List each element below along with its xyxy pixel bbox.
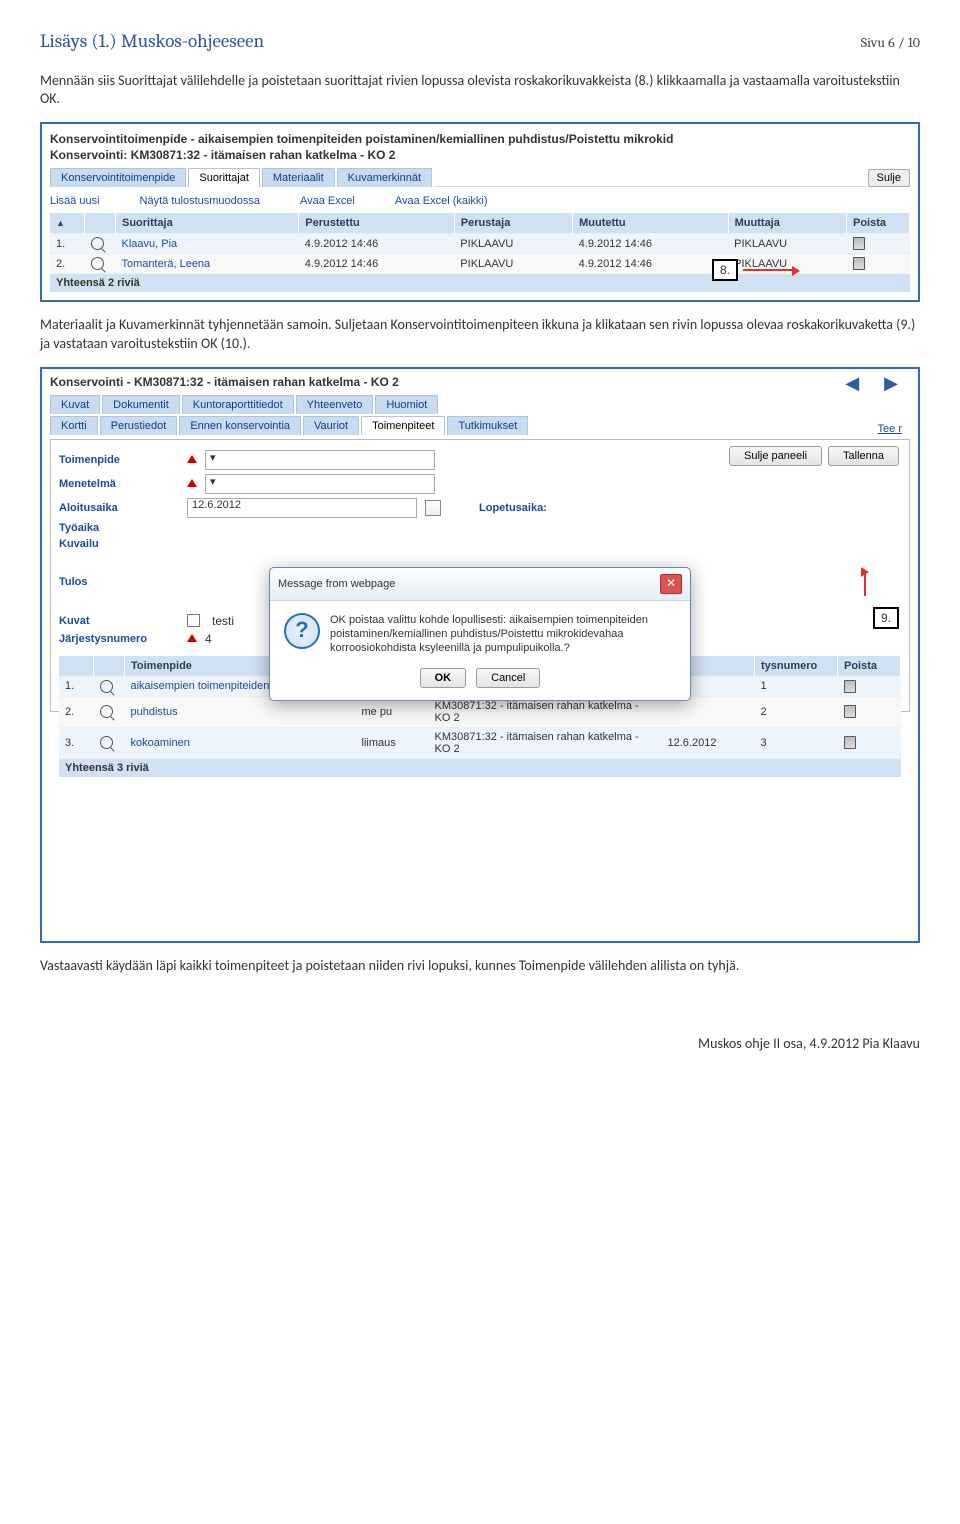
ok-button[interactable]: OK <box>420 668 467 688</box>
toimenpide-link[interactable]: kokoaminen <box>125 727 356 758</box>
search-icon[interactable] <box>91 237 104 250</box>
lbl-jarj: Järjestysnumero <box>59 633 179 645</box>
dialog-title: Message from webpage <box>278 578 395 590</box>
lbl-kuvat: Kuvat <box>59 615 179 627</box>
required-icon <box>187 629 197 642</box>
search-icon[interactable] <box>100 736 113 749</box>
panel2-title: Konservointi - KM30871:32 - itämaisen ra… <box>50 375 910 389</box>
dialog-close-button[interactable]: ✕ <box>660 574 682 594</box>
tab-perustiedot[interactable]: Perustiedot <box>100 416 178 435</box>
trash-icon[interactable] <box>844 680 856 693</box>
tab-yhteenveto[interactable]: Yhteenveto <box>296 395 374 414</box>
col-poista[interactable]: Poista <box>838 656 901 677</box>
question-icon: ? <box>284 613 320 649</box>
tab-tutkimukset[interactable]: Tutkimukset <box>447 416 528 435</box>
tab-kuvat[interactable]: Kuvat <box>50 395 100 414</box>
table-row: 1. Klaavu, Pia 4.9.2012 14:46 PIKLAAVU 4… <box>50 234 910 254</box>
tee-link[interactable]: Tee r <box>878 423 902 435</box>
search-icon[interactable] <box>100 680 113 693</box>
lbl-lopetus: Lopetusaika: <box>479 502 547 514</box>
save-button[interactable]: Tallenna <box>828 446 899 466</box>
tab-materiaalit[interactable]: Materiaalit <box>262 168 335 187</box>
toimenpide-select[interactable]: ▾ <box>205 450 435 470</box>
col-muuttaja[interactable]: Muuttaja <box>728 213 846 234</box>
paragraph-2: Materiaalit ja Kuvamerkinnät tyhjennetää… <box>40 316 920 352</box>
callout-8: 8. <box>712 259 738 281</box>
page-number: Sivu 6 / 10 <box>861 34 920 51</box>
cancel-button[interactable]: Cancel <box>476 668 540 688</box>
trash-icon[interactable] <box>853 257 865 270</box>
col-tysnumero[interactable]: tysnumero <box>755 656 838 677</box>
menetelma-select[interactable]: ▾ <box>205 474 435 494</box>
tab-konservointitoimenpide[interactable]: Konservointitoimenpide <box>50 168 186 187</box>
doc-title: Lisäys (1.) Muskos-ohjeeseen <box>40 30 264 52</box>
paragraph-1: Mennään siis Suorittajat välilehdelle ja… <box>40 72 920 108</box>
lbl-menetelma: Menetelmä <box>59 478 179 490</box>
testi-checkbox[interactable] <box>187 614 200 627</box>
tab-toimenpiteet[interactable]: Toimenpiteet <box>361 416 445 435</box>
tab-suorittajat[interactable]: Suorittajat <box>188 168 260 187</box>
suorittajat-panel: Konservointitoimenpide - aikaisempien to… <box>40 122 920 302</box>
link-open-excel[interactable]: Avaa Excel <box>300 195 355 207</box>
toimenpide-form: Sulje paneeli Tallenna Toimenpide ▾ Mene… <box>50 439 910 712</box>
total-row: Yhteensä 3 riviä <box>59 758 901 777</box>
footer: Muskos ohje II osa, 4.9.2012 Pia Klaavu <box>40 1035 920 1052</box>
trash-icon[interactable] <box>844 736 856 749</box>
tab-kuntoraportti[interactable]: Kuntoraporttitiedot <box>182 395 294 414</box>
tab-vauriot[interactable]: Vauriot <box>303 416 359 435</box>
konservointi-panel: Konservointi - KM30871:32 - itämaisen ra… <box>40 367 920 943</box>
arrow-8 <box>743 269 798 271</box>
panel1-tabs: Konservointitoimenpide Suorittajat Mater… <box>50 168 910 187</box>
lbl-toimenpide: Toimenpide <box>59 454 179 466</box>
tab-kortti[interactable]: Kortti <box>50 416 98 435</box>
row-num: 1. <box>50 234 85 254</box>
col-muutettu[interactable]: Muutettu <box>573 213 729 234</box>
testi-label: testi <box>212 614 234 628</box>
row-num: 2. <box>50 254 85 274</box>
suorittaja-link[interactable]: Klaavu, Pia <box>116 234 299 254</box>
col-perustettu[interactable]: Perustettu <box>299 213 455 234</box>
panel1-sub: Konservointi: KM30871:32 - itämaisen rah… <box>50 148 910 162</box>
table-row: 2. puhdistus me pu KM30871:32 - itämaise… <box>59 696 901 727</box>
close-panel-button[interactable]: Sulje paneeli <box>729 446 822 466</box>
lbl-kuvailu: Kuvailu <box>59 538 179 550</box>
table-row: 3. kokoaminen liimaus KM30871:32 - itäma… <box>59 727 901 758</box>
trash-icon[interactable] <box>853 237 865 250</box>
total-row: Yhteensä 2 riviä <box>50 274 910 293</box>
suorittajat-table: Suorittaja Perustettu Perustaja Muutettu… <box>50 213 910 292</box>
search-icon[interactable] <box>100 705 113 718</box>
callout-9: 9. <box>873 607 899 629</box>
tab-huomiot[interactable]: Huomiot <box>375 395 438 414</box>
confirm-dialog: Message from webpage ✕ ? OK poistaa vali… <box>269 567 691 701</box>
nav-arrows[interactable]: ◀ ▶ <box>845 373 908 394</box>
tab-kuvamerkinnat[interactable]: Kuvamerkinnät <box>337 168 432 187</box>
toimenpide-link[interactable]: puhdistus <box>125 696 356 727</box>
link-add-new[interactable]: Lisää uusi <box>50 195 100 207</box>
suorittaja-link[interactable]: Tomanterä, Leena <box>116 254 299 274</box>
panel1-title: Konservointitoimenpide - aikaisempien to… <box>50 132 910 146</box>
jarj-value: 4 <box>205 632 212 646</box>
col-sort[interactable] <box>50 213 85 234</box>
lbl-tyoaika: Työaika <box>59 522 179 534</box>
col-suorittaja[interactable]: Suorittaja <box>116 213 299 234</box>
trash-icon[interactable] <box>844 705 856 718</box>
dialog-text: OK poistaa valittu kohde lopullisesti: a… <box>330 613 676 656</box>
col-perustaja[interactable]: Perustaja <box>454 213 572 234</box>
lbl-aloitus: Aloitusaika <box>59 502 179 514</box>
tab-ennen[interactable]: Ennen konservointia <box>179 416 301 435</box>
required-icon <box>187 474 197 487</box>
link-print-view[interactable]: Näytä tulostusmuodossa <box>140 195 260 207</box>
col-poista[interactable]: Poista <box>847 213 910 234</box>
arrow-9 <box>864 572 867 596</box>
required-icon <box>187 450 197 463</box>
search-icon[interactable] <box>91 257 104 270</box>
paragraph-3: Vastaavasti käydään läpi kaikki toimenpi… <box>40 957 920 975</box>
calendar-icon[interactable] <box>425 500 441 516</box>
close-button[interactable]: Sulje <box>868 169 910 187</box>
aloitus-input[interactable]: 12.6.2012 <box>187 498 417 518</box>
link-open-excel-all[interactable]: Avaa Excel (kaikki) <box>395 195 488 207</box>
tab-dokumentit[interactable]: Dokumentit <box>102 395 180 414</box>
panel1-linkbar: Lisää uusi Näytä tulostusmuodossa Avaa E… <box>50 191 910 213</box>
lbl-tulos: Tulos <box>59 576 179 588</box>
